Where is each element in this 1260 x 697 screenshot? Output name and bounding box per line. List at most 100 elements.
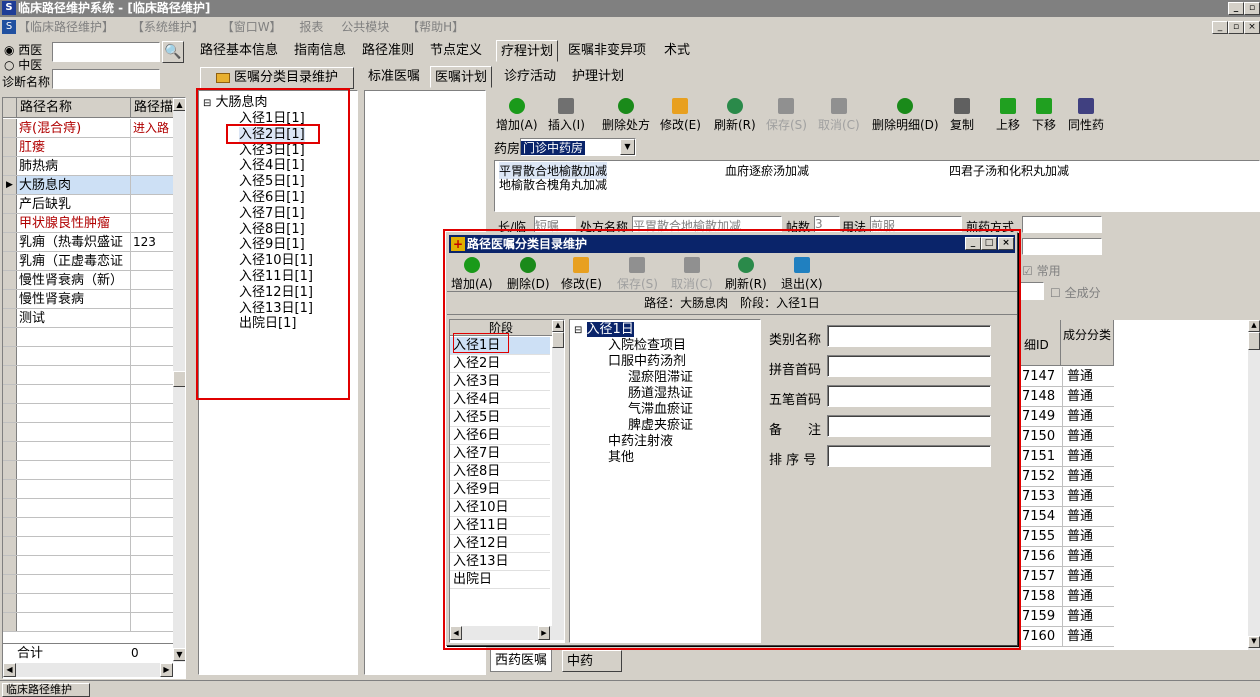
path-desc-cell[interactable] — [131, 214, 173, 232]
scroll-up-icon[interactable]: ▲ — [1248, 320, 1260, 332]
path-name-cell[interactable]: 慢性肾衰病 — [17, 290, 131, 308]
toolbar-button[interactable]: 增加(A) — [496, 98, 538, 133]
toolbar-button[interactable]: 保存(S) — [766, 98, 807, 133]
menu-item-public[interactable]: 公共模块 — [341, 20, 389, 34]
tab-basic-info[interactable]: 路径基本信息 — [196, 40, 282, 62]
ingredient-id-cell[interactable]: 7152 — [1022, 467, 1055, 487]
path-desc-cell[interactable] — [131, 271, 173, 289]
path-name-cell[interactable]: 慢性肾衰病（新） — [17, 271, 131, 289]
tab-order-plan[interactable]: 医嘱计划 — [430, 66, 493, 88]
ingredient-id-cell[interactable]: 7151 — [1022, 447, 1055, 467]
path-name-cell[interactable]: 甲状腺良性肿瘤 — [17, 214, 131, 232]
ingredient-id-cell[interactable]: 7156 — [1022, 547, 1055, 567]
ingredient-row[interactable]: 7155 普通 — [1020, 527, 1114, 547]
ingredient-type-cell[interactable]: 普通 — [1062, 627, 1114, 647]
tab-standard-orders[interactable]: 标准医嘱 — [364, 66, 424, 88]
path-name-cell[interactable]: 肛瘘 — [17, 138, 131, 156]
col-path-name[interactable]: 路径名称 — [18, 98, 131, 118]
ingredient-type-cell[interactable]: 普通 — [1062, 547, 1114, 567]
prescription-item[interactable]: 地榆散合槐角丸加减 — [499, 176, 607, 193]
toolbar-button[interactable]: 刷新(R) — [714, 98, 756, 133]
ingredient-type-cell[interactable]: 普通 — [1062, 467, 1114, 487]
ingredient-id-cell[interactable]: 7149 — [1022, 407, 1055, 427]
tab-non-variant[interactable]: 医嘱非变异项 — [564, 40, 650, 62]
path-name-cell[interactable]: 大肠息肉 — [17, 176, 131, 194]
search-input[interactable] — [52, 42, 160, 62]
menu-item-report[interactable]: 报表 — [299, 20, 323, 34]
ingredient-id-cell[interactable]: 7147 — [1022, 367, 1055, 387]
ingredient-row[interactable]: 7158 普通 — [1020, 587, 1114, 607]
ingredient-type-cell[interactable]: 普通 — [1062, 387, 1114, 407]
prescription-item[interactable]: 血府逐瘀汤加减 — [725, 162, 809, 179]
path-desc-cell[interactable] — [131, 176, 173, 194]
ingredient-type-cell[interactable]: 普通 — [1062, 567, 1114, 587]
prescription-item[interactable]: 四君子汤和化积丸加减 — [949, 162, 1069, 179]
path-row[interactable]: 慢性肾衰病 — [3, 290, 173, 309]
ingredient-row[interactable]: 7152 普通 — [1020, 467, 1114, 487]
scroll-left-icon[interactable]: ◀ — [3, 663, 16, 677]
tab-chinese-medicine[interactable]: 中药 — [562, 650, 622, 672]
tab-nursing-plan[interactable]: 护理计划 — [568, 66, 628, 88]
path-desc-cell[interactable] — [131, 252, 173, 270]
path-desc-cell[interactable]: 123 — [131, 233, 173, 251]
toolbar-button[interactable]: 同性药 — [1068, 98, 1104, 133]
path-grid-hscroll[interactable]: ◀ ▶ — [3, 663, 173, 677]
menu-item-help[interactable]: 【帮助H】 — [407, 20, 464, 34]
extra-input[interactable] — [1022, 238, 1102, 255]
path-row[interactable]: 甲状腺良性肿瘤 — [3, 214, 173, 233]
ingredient-type-cell[interactable]: 普通 — [1062, 367, 1114, 387]
ingredient-id-cell[interactable]: 7157 — [1022, 567, 1055, 587]
toolbar-button[interactable]: 修改(E) — [660, 98, 701, 133]
path-row[interactable]: 产后缺乳 — [3, 195, 173, 214]
path-row[interactable]: 痔(混合痔) 进入路 — [3, 119, 173, 138]
mdi-restore-button[interactable]: ▫ — [1228, 21, 1244, 34]
path-row[interactable]: 肺热病 — [3, 157, 173, 176]
ingredient-id-cell[interactable]: 7150 — [1022, 427, 1055, 447]
tab-western-orders[interactable]: 西药医嘱 — [490, 650, 553, 672]
ingredient-type-cell[interactable]: 普通 — [1062, 527, 1114, 547]
path-row[interactable]: 肛瘘 — [3, 138, 173, 157]
ingredient-id-cell[interactable]: 7155 — [1022, 527, 1055, 547]
path-row[interactable]: 测试 — [3, 309, 173, 328]
chevron-down-icon[interactable]: ▼ — [620, 139, 635, 155]
ingredient-type-cell[interactable]: 普通 — [1062, 487, 1114, 507]
tab-treatment-plan[interactable]: 疗程计划 — [496, 40, 559, 62]
col-id[interactable]: 细ID — [1024, 336, 1049, 353]
ingredient-row[interactable]: 7159 普通 — [1020, 607, 1114, 627]
toolbar-button[interactable]: 删除明细(D) — [872, 98, 939, 133]
ingredient-row[interactable]: 7151 普通 — [1020, 447, 1114, 467]
menu-item-path[interactable]: 【临床路径维护】 — [18, 20, 114, 34]
path-desc-cell[interactable] — [131, 195, 173, 213]
menu-item-system[interactable]: 【系统维护】 — [132, 20, 204, 34]
all-ingredients-checkbox[interactable]: ☐ 全成分 — [1050, 284, 1101, 301]
ingredient-row[interactable]: 7148 普通 — [1020, 387, 1114, 407]
ingredient-row[interactable]: 7153 普通 — [1020, 487, 1114, 507]
toolbar-button[interactable]: 删除处方 — [602, 98, 650, 133]
tab-activities[interactable]: 诊疗活动 — [500, 66, 560, 88]
ingredient-id-cell[interactable]: 7158 — [1022, 587, 1055, 607]
path-name-cell[interactable]: 乳痈（正虚毒恋证 — [17, 252, 131, 270]
toolbar-button[interactable]: 复制 — [950, 98, 974, 133]
tab-guide-info[interactable]: 指南信息 — [290, 40, 350, 62]
path-desc-cell[interactable] — [131, 309, 173, 327]
ingredient-row[interactable]: 7154 普通 — [1020, 507, 1114, 527]
common-checkbox[interactable]: ☑ 常用 — [1022, 262, 1061, 279]
path-name-cell[interactable]: 乳痈（热毒炽盛证 — [17, 233, 131, 251]
scroll-up-icon[interactable]: ▲ — [173, 98, 185, 111]
tab-path-criteria[interactable]: 路径准则 — [358, 40, 418, 62]
ingredient-type-cell[interactable]: 普通 — [1062, 587, 1114, 607]
path-name-cell[interactable]: 痔(混合痔) — [17, 119, 131, 137]
ingredient-row[interactable]: 7147 普通 — [1020, 367, 1114, 387]
minimize-button[interactable]: _ — [1228, 2, 1244, 15]
scroll-right-icon[interactable]: ▶ — [160, 663, 173, 677]
search-button[interactable]: 🔍 — [162, 41, 184, 63]
path-row[interactable]: 乳痈（热毒炽盛证 123 — [3, 233, 173, 252]
tab-surgery[interactable]: 术式 — [660, 40, 694, 62]
path-desc-cell[interactable]: 进入路 — [131, 119, 173, 137]
ingredient-row[interactable]: 7157 普通 — [1020, 567, 1114, 587]
ingredient-id-cell[interactable]: 7154 — [1022, 507, 1055, 527]
ingredient-type-cell[interactable]: 普通 — [1062, 447, 1114, 467]
tab-node-def[interactable]: 节点定义 — [426, 40, 486, 62]
catalog-maintain-button[interactable]: 医嘱分类目录维护 — [200, 67, 354, 89]
ingredient-id-cell[interactable]: 7148 — [1022, 387, 1055, 407]
